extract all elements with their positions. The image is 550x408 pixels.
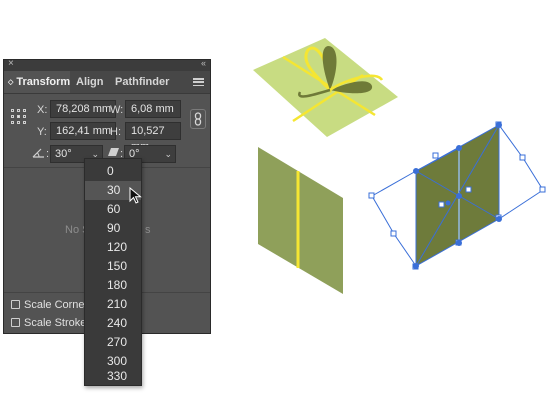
reference-point-icon[interactable]	[11, 109, 27, 125]
rotate-icon	[32, 146, 46, 161]
link-icon[interactable]	[190, 109, 206, 129]
collapse-icon[interactable]: ‹‹	[201, 58, 206, 68]
lid-ribbon	[282, 55, 376, 117]
dropdown-option[interactable]: 210	[85, 295, 141, 314]
tab-pathfinder-label: Pathfinder	[115, 76, 170, 88]
selection-handles	[368, 121, 546, 270]
tab-transform-label: Transform	[16, 76, 71, 88]
bow-loop	[298, 88, 331, 98]
box-lid	[253, 38, 398, 137]
box-side	[258, 147, 343, 294]
panel-titlebar: × ‹‹	[4, 58, 210, 71]
y-label: Y:	[37, 126, 47, 138]
dropdown-option[interactable]: 180	[85, 276, 141, 295]
dropdown-option[interactable]: 90	[85, 219, 141, 238]
scale-strokes-checkbox[interactable]	[11, 318, 20, 327]
chevron-down-icon: ⌄	[164, 149, 172, 159]
rotate-label: :	[46, 148, 50, 160]
tab-options-icon: ◇	[8, 79, 14, 86]
bow-loop	[330, 81, 373, 94]
tab-pathfinder[interactable]: Pathfinder	[115, 71, 169, 93]
w-label: W:	[110, 104, 124, 116]
x-field[interactable]: 78,208 mm	[50, 100, 116, 118]
bow-loop	[322, 46, 337, 90]
menu-icon[interactable]	[193, 78, 204, 87]
scale-corners-checkbox[interactable]	[11, 300, 20, 309]
panel-tabbar: ◇ Transform Align Pathfinder	[4, 71, 210, 94]
w-field[interactable]: 6,08 mm	[125, 100, 181, 118]
pointer-cursor-icon	[129, 186, 143, 208]
close-icon[interactable]: ×	[8, 58, 14, 69]
h-field[interactable]: 10,527 mm	[125, 122, 181, 153]
y-field[interactable]: 162,41 mm	[50, 122, 116, 140]
dropdown-option[interactable]: 270	[85, 333, 141, 352]
dropdown-option[interactable]: 330	[85, 367, 141, 386]
h-label: H:	[110, 126, 121, 138]
bow-loop	[304, 46, 332, 94]
anchor-points	[413, 122, 502, 269]
dropdown-option[interactable]: 240	[85, 314, 141, 333]
lid-ribbon	[292, 73, 364, 123]
dropdown-option[interactable]: 150	[85, 257, 141, 276]
no-selection-text-tail: s	[145, 224, 151, 236]
tab-align[interactable]: Align	[76, 71, 104, 93]
box-front	[416, 125, 499, 266]
rotate-value: 30°	[55, 148, 72, 160]
tab-transform[interactable]: ◇ Transform	[4, 71, 70, 93]
selection-outline	[371, 124, 544, 267]
bow-loop	[329, 74, 384, 92]
dropdown-option[interactable]: 120	[85, 238, 141, 257]
x-label: X:	[37, 104, 48, 116]
tab-align-label: Align	[76, 76, 104, 88]
dropdown-option[interactable]: 0	[85, 162, 141, 181]
